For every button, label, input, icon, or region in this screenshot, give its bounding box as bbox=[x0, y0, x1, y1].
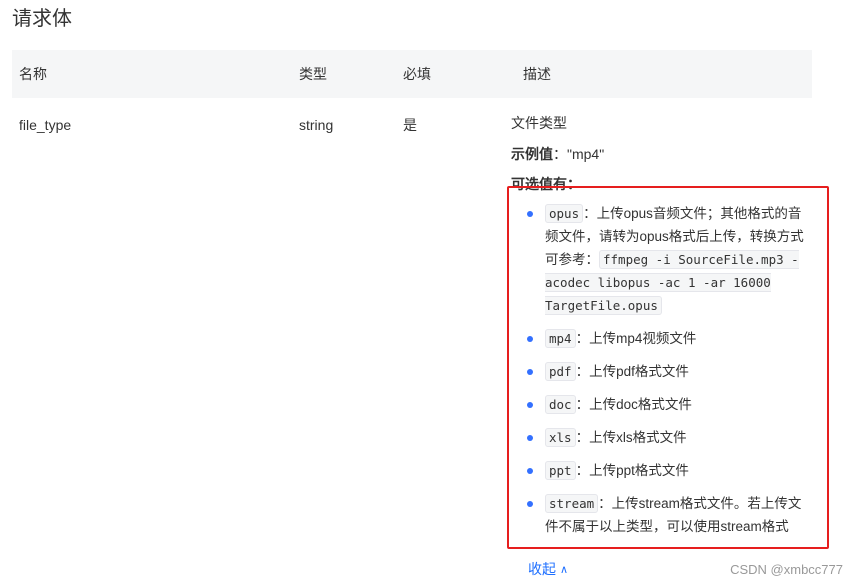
option-code: xls bbox=[545, 428, 576, 447]
description-title: 文件类型 bbox=[511, 115, 567, 131]
collapse-link[interactable]: 收起 ∧ bbox=[528, 559, 568, 580]
list-item: stream ：上传stream格式文件。若上传文件不属于以上类型，可以使用str… bbox=[527, 492, 807, 538]
option-code: doc bbox=[545, 395, 576, 414]
option-text: ：上传mp4视频文件 bbox=[575, 331, 697, 346]
watermark: CSDN @xmbcc777 bbox=[730, 562, 843, 577]
api-doc-page: 请求体 名称 类型 必填 描述 file_type string 是 文件类型 … bbox=[0, 0, 857, 585]
bullet-icon bbox=[527, 369, 533, 375]
bullet-icon bbox=[527, 501, 533, 507]
list-item: xls ：上传xls格式文件 bbox=[527, 426, 807, 449]
list-item: doc ：上传doc格式文件 bbox=[527, 393, 807, 416]
field-required: 是 bbox=[403, 117, 417, 133]
option-code: opus bbox=[545, 204, 584, 223]
table-header: 名称 类型 必填 描述 bbox=[12, 50, 812, 98]
list-item: opus ：上传opus音频文件；其他格式的音频文件，请转为opus格式后上传，转… bbox=[527, 202, 807, 317]
example-value: 示例值："mp4" bbox=[511, 144, 604, 164]
bullet-icon bbox=[527, 336, 533, 342]
example-text: ："mp4" bbox=[553, 146, 605, 162]
header-type: 类型 bbox=[299, 66, 327, 82]
field-type: string bbox=[299, 117, 334, 133]
option-text: ：上传ppt格式文件 bbox=[575, 463, 689, 478]
example-label: 示例值 bbox=[511, 146, 553, 162]
option-text: ：上传pdf格式文件 bbox=[575, 364, 689, 379]
option-code: mp4 bbox=[545, 329, 576, 348]
option-text: ：上传xls格式文件 bbox=[575, 430, 687, 445]
option-code: ppt bbox=[545, 461, 576, 480]
field-name: file_type bbox=[19, 117, 72, 133]
bullet-icon bbox=[527, 402, 533, 408]
options-list: opus ：上传opus音频文件；其他格式的音频文件，请转为opus格式后上传，转… bbox=[527, 202, 807, 548]
option-code: pdf bbox=[545, 362, 576, 381]
list-item: pdf ：上传pdf格式文件 bbox=[527, 360, 807, 383]
header-name: 名称 bbox=[19, 66, 47, 82]
header-required: 必填 bbox=[403, 66, 431, 82]
chevron-up-icon: ∧ bbox=[560, 564, 569, 576]
list-item: ppt ：上传ppt格式文件 bbox=[527, 459, 807, 482]
list-item: mp4 ：上传mp4视频文件 bbox=[527, 327, 807, 350]
bullet-icon bbox=[527, 435, 533, 441]
header-description: 描述 bbox=[523, 66, 551, 82]
option-text: ：上传doc格式文件 bbox=[575, 397, 692, 412]
bullet-icon bbox=[527, 211, 533, 217]
section-title: 请求体 bbox=[12, 8, 72, 30]
option-code: stream bbox=[545, 494, 599, 513]
bullet-icon bbox=[527, 468, 533, 474]
collapse-label: 收起 bbox=[528, 561, 556, 577]
request-body-table: 名称 类型 必填 描述 file_type string 是 bbox=[12, 50, 812, 133]
